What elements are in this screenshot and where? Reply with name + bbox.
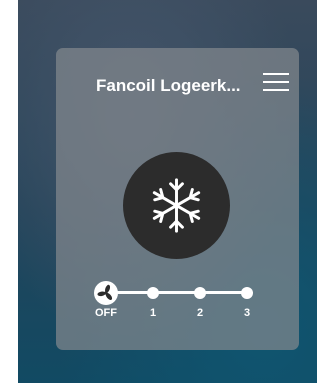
fan-speed-label-3: 3 <box>243 307 251 319</box>
screen-edge-right <box>317 0 330 383</box>
app-screen: Fancoil Logeerk... OFF 1 2 3 <box>0 0 330 383</box>
fan-speed-off-button[interactable] <box>94 281 118 305</box>
fan-speed-label-2: 2 <box>196 307 204 319</box>
fan-speed-2-button[interactable] <box>194 287 206 299</box>
screen-edge-left <box>0 0 18 383</box>
fan-speed-track <box>106 291 249 294</box>
snowflake-icon <box>152 178 201 233</box>
fan-speed-3-button[interactable] <box>241 287 253 299</box>
cooling-mode-button[interactable] <box>123 152 230 259</box>
card-title: Fancoil Logeerk... <box>96 76 241 95</box>
fancoil-card: Fancoil Logeerk... OFF 1 2 3 <box>56 48 299 350</box>
fan-icon <box>97 284 113 300</box>
fan-speed-label-1: 1 <box>149 307 157 319</box>
fan-speed-label-off: OFF <box>95 307 117 319</box>
fan-speed-1-button[interactable] <box>147 287 159 299</box>
hamburger-menu-icon[interactable] <box>262 70 290 94</box>
